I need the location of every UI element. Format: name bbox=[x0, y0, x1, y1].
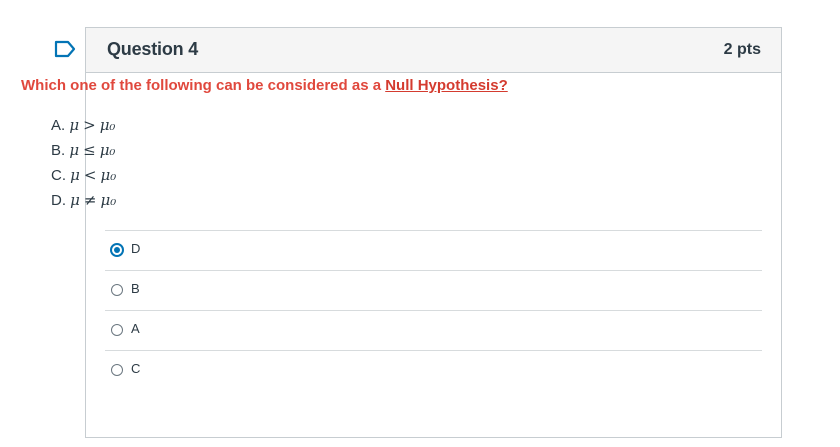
statement-d: D. μ ≠ μ₀ bbox=[51, 188, 116, 213]
question-prompt: Which one of the following can be consid… bbox=[21, 77, 508, 94]
radio-button[interactable] bbox=[111, 324, 123, 336]
statement-b: B. μ ≤ μ₀ bbox=[51, 138, 116, 163]
hypothesis-statements: A. μ > μ₀ B. μ ≤ μ₀ C. μ < μ₀ D. μ ≠ μ₀ bbox=[51, 113, 116, 213]
answer-option-d[interactable]: D bbox=[105, 230, 762, 270]
statement-operator: ≤ bbox=[83, 141, 96, 159]
statement-letter: C. bbox=[51, 167, 66, 184]
radio-button[interactable] bbox=[110, 243, 124, 257]
statement-lhs: μ bbox=[70, 191, 80, 209]
answer-label: D bbox=[131, 241, 141, 256]
answer-option-c[interactable]: C bbox=[105, 350, 762, 390]
statement-operator: > bbox=[83, 116, 96, 134]
statement-letter: A. bbox=[51, 117, 66, 134]
answer-label: B bbox=[131, 281, 140, 296]
statement-lhs: μ bbox=[70, 166, 80, 184]
question-prompt-text: Which one of the following can be consid… bbox=[21, 77, 386, 94]
radio-button[interactable] bbox=[111, 284, 123, 296]
statement-operator: < bbox=[83, 166, 97, 184]
statement-c: C. μ < μ₀ bbox=[51, 163, 116, 188]
statement-operator: ≠ bbox=[83, 191, 97, 209]
statement-letter: B. bbox=[51, 142, 66, 159]
question-title: Question 4 bbox=[107, 39, 199, 59]
radio-button[interactable] bbox=[111, 364, 123, 376]
answer-option-b[interactable]: B bbox=[105, 270, 762, 310]
statement-rhs: μ₀ bbox=[99, 116, 116, 134]
bookmark-flag-icon[interactable] bbox=[54, 40, 76, 58]
statement-rhs: μ₀ bbox=[100, 166, 117, 184]
question-header: Question 4 2 pts bbox=[86, 28, 781, 73]
statement-letter: D. bbox=[51, 192, 66, 209]
null-hypothesis-link[interactable]: Null Hypothesis? bbox=[385, 77, 508, 94]
answer-option-a[interactable]: A bbox=[105, 310, 762, 350]
question-points: 2 pts bbox=[723, 41, 761, 58]
answer-label: C bbox=[131, 361, 141, 376]
statement-a: A. μ > μ₀ bbox=[51, 113, 116, 138]
statement-rhs: μ₀ bbox=[100, 191, 117, 209]
answer-list: D B A C bbox=[105, 230, 762, 390]
statement-lhs: μ bbox=[69, 141, 80, 159]
answer-label: A bbox=[131, 321, 140, 336]
statement-lhs: μ bbox=[69, 116, 80, 134]
statement-rhs: μ₀ bbox=[99, 141, 116, 159]
